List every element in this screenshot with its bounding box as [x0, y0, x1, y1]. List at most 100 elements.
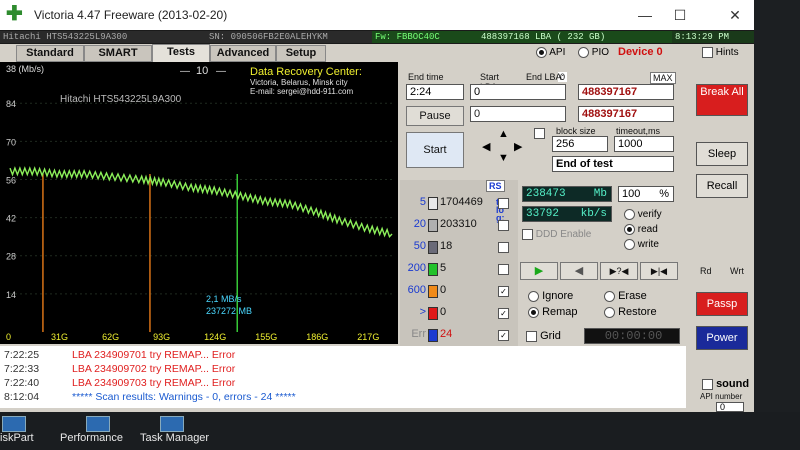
task-manager-icon[interactable] — [160, 416, 184, 432]
clock: 8:13:29 PM — [672, 31, 754, 43]
maximize-button[interactable]: ☐ — [665, 4, 695, 26]
count-row-label: Err — [411, 328, 426, 340]
count-row-label: > — [419, 306, 426, 318]
log-message: LBA 234909703 try REMAP... Error — [72, 377, 236, 389]
ignore-option[interactable]: Ignore — [528, 290, 573, 302]
diskpart-icon[interactable] — [2, 416, 26, 432]
tab-smart[interactable]: SMART — [84, 45, 152, 62]
sleep-button[interactable]: Sleep — [696, 142, 748, 166]
end-lba-current[interactable]: 488397167 — [578, 106, 674, 122]
block-size-select[interactable]: 256 — [552, 136, 608, 152]
count-row-value: 0 — [440, 306, 447, 318]
drive-info-bar: Hitachi HTS543225L9A300 SN: 090506FB2E0A… — [0, 30, 754, 44]
taskbar-item-performance[interactable]: Performance — [60, 432, 123, 444]
log-checkbox[interactable]: ✓ — [498, 286, 509, 297]
write-radio[interactable] — [624, 239, 635, 250]
play-backward-icon[interactable]: ◀ — [560, 262, 598, 280]
grid-checkbox[interactable] — [526, 330, 537, 342]
read-radio[interactable] — [624, 224, 635, 235]
performance-icon[interactable] — [86, 416, 110, 432]
pio-radio-group[interactable]: PIO — [578, 47, 609, 58]
end-lba-field[interactable]: 488397167 — [578, 84, 674, 100]
speed-unit: kb/s — [580, 208, 607, 220]
minimize-button[interactable]: — — [630, 4, 660, 26]
count-color-swatch — [428, 263, 438, 276]
window-title: Victoria 4.47 Freeware (2013-02-20) — [34, 8, 228, 22]
drive-model: Hitachi HTS543225L9A300 — [0, 31, 206, 43]
log-checkbox[interactable] — [498, 220, 509, 231]
pio-radio[interactable] — [578, 47, 589, 58]
restore-radio[interactable] — [604, 306, 615, 318]
sound-toggle[interactable]: sound — [702, 378, 749, 390]
sound-label: sound — [716, 378, 750, 390]
end-time-label: End time — [408, 72, 444, 82]
x-tick-label: 124G — [204, 332, 226, 342]
scale-right-arrow-icon[interactable]: — — [216, 66, 226, 77]
recall-button[interactable]: Recall — [696, 174, 748, 198]
api-radio[interactable] — [536, 47, 547, 58]
pause-button[interactable]: Pause — [406, 106, 464, 126]
erase-option[interactable]: Erase — [604, 290, 647, 302]
log-checkbox[interactable] — [498, 264, 509, 275]
log-time: 7:22:33 — [4, 363, 40, 375]
log-checkbox[interactable] — [498, 242, 509, 253]
event-log[interactable]: 7:22:25 LBA 234909701 try REMAP... Error 7… — [0, 346, 686, 408]
log-time: 7:22:25 — [4, 349, 40, 361]
passp-button[interactable]: Passp — [696, 292, 748, 316]
grid-toggle[interactable]: Grid — [526, 330, 561, 342]
timeout-select[interactable]: 1000 — [614, 136, 674, 152]
arrow-up-icon[interactable]: ▲ — [498, 128, 509, 140]
break-all-button[interactable]: Break All — [696, 84, 748, 116]
tab-setup[interactable]: Setup — [276, 45, 326, 62]
taskbar-item-task-manager[interactable]: Task Manager — [140, 432, 209, 444]
end-time-field[interactable]: 2:24 — [406, 84, 464, 100]
power-button[interactable]: Power — [696, 326, 748, 350]
start-button[interactable]: Start — [406, 132, 464, 168]
count-color-swatch — [428, 329, 438, 342]
end-stop-icon[interactable]: ▶|◀ — [640, 262, 678, 280]
victoria-window: ✚ Victoria 4.47 Freeware (2013-02-20) — … — [0, 0, 754, 412]
arrow-left-icon[interactable]: ◀ — [482, 140, 490, 153]
tab-advanced[interactable]: Advanced — [210, 45, 276, 62]
max-button[interactable]: MAX — [650, 72, 676, 84]
y-tick-label: 42 — [6, 214, 16, 224]
scale-value[interactable]: 10 — [196, 65, 208, 77]
log-message: ***** Scan results: Warnings - 0, errors… — [72, 391, 296, 403]
tab-tests[interactable]: Tests — [152, 44, 210, 63]
hints-toggle[interactable]: Hints — [702, 47, 739, 58]
verify-radio[interactable] — [624, 209, 635, 220]
write-option[interactable]: write — [624, 239, 659, 250]
grid-label: Grid — [540, 330, 561, 342]
scale-left-arrow-icon[interactable]: — — [180, 66, 190, 77]
ddd-toggle[interactable]: DDD Enable — [522, 229, 591, 240]
api-number-field[interactable]: 0 — [716, 402, 744, 412]
end-action-select[interactable]: End of test — [552, 156, 674, 172]
erase-radio[interactable] — [604, 290, 615, 302]
ignore-radio[interactable] — [528, 290, 539, 302]
read-option[interactable]: read — [624, 224, 658, 235]
log-checkbox[interactable]: ✓ — [498, 330, 509, 341]
ddd-checkbox[interactable] — [522, 229, 533, 240]
close-button[interactable]: ✕ — [720, 4, 750, 26]
count-row-value: 24 — [440, 328, 453, 340]
tab-standard[interactable]: Standard — [16, 45, 84, 62]
verify-label: verify — [637, 209, 662, 221]
hints-checkbox[interactable] — [702, 47, 713, 58]
taskbar-item-diskpart[interactable]: iskPart — [0, 432, 34, 444]
ignore-label: Ignore — [542, 290, 574, 302]
remap-option[interactable]: Remap — [528, 306, 578, 318]
restore-label: Restore — [618, 306, 657, 318]
play-forward-icon[interactable]: ▶ — [520, 262, 558, 280]
remap-radio[interactable] — [528, 306, 539, 318]
arrow-down-icon[interactable]: ▼ — [498, 152, 509, 164]
recovery-center-email: E-mail: sergei@hdd-911.com — [250, 87, 353, 96]
log-checkbox[interactable] — [498, 198, 509, 209]
verify-option[interactable]: verify — [624, 209, 662, 220]
skip-unknown-icon[interactable]: ▶?◀ — [600, 262, 638, 280]
log-checkbox[interactable]: ✓ — [498, 308, 509, 319]
rs-button[interactable]: RS — [486, 180, 505, 192]
restore-option[interactable]: Restore — [604, 306, 657, 318]
sound-checkbox[interactable] — [702, 378, 713, 390]
api-radio-group[interactable]: API — [536, 47, 565, 58]
count-row-value: 1704469 — [440, 196, 483, 208]
